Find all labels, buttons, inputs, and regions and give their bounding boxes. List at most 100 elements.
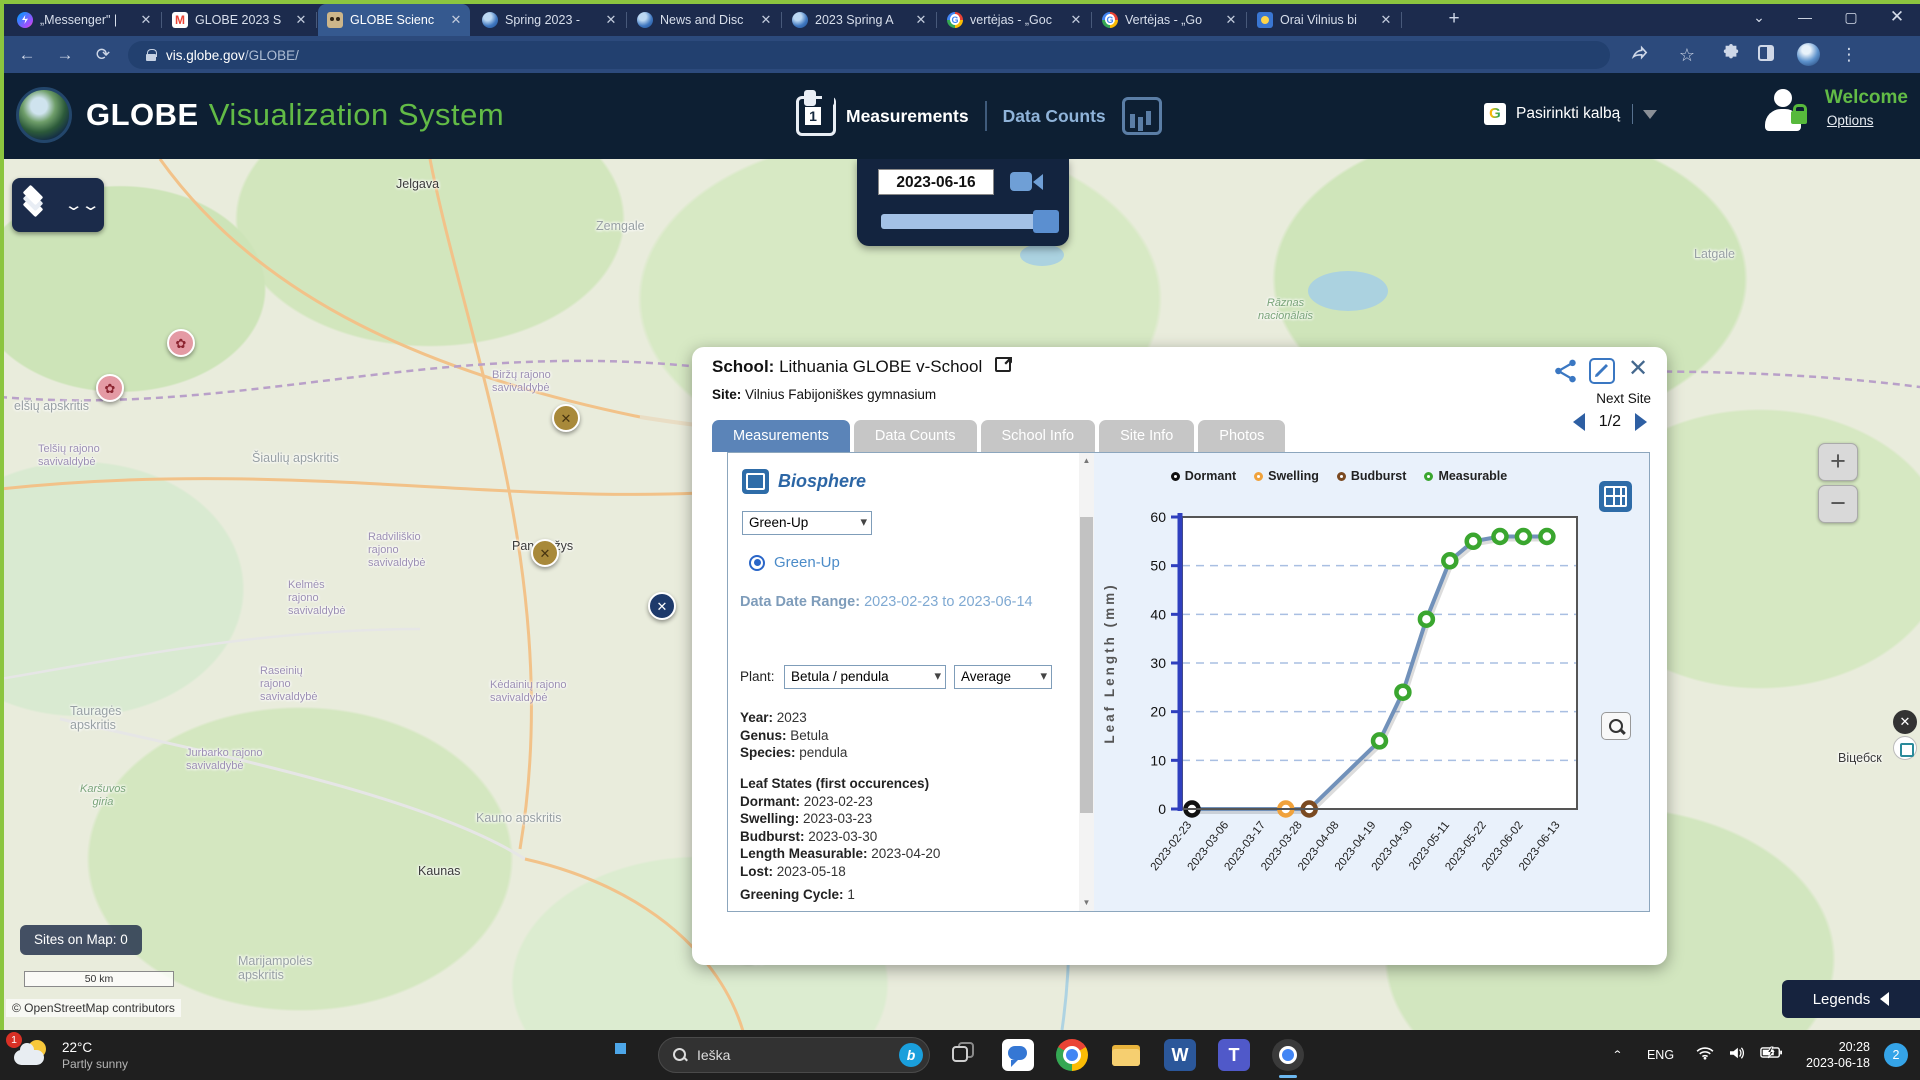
browser-tab[interactable]: Vertėjas - „Go ✕ <box>1093 4 1245 36</box>
chart-magnifier-button[interactable] <box>1601 712 1631 740</box>
chat-icon[interactable] <box>1002 1039 1034 1071</box>
scrollbar-thumb[interactable] <box>1080 517 1093 813</box>
minimize-button[interactable]: — <box>1782 0 1828 36</box>
animation-camera-icon[interactable] <box>1010 171 1046 193</box>
share-site-icon[interactable] <box>1553 358 1579 384</box>
external-link-icon[interactable] <box>995 357 1012 372</box>
panel-tab-photos[interactable]: Photos <box>1198 420 1285 452</box>
browser-tab[interactable]: GLOBE Scienc ✕ <box>318 4 470 36</box>
chrome-active-icon[interactable] <box>1272 1039 1304 1071</box>
chart-data-table-icon[interactable] <box>1599 481 1632 512</box>
close-panel-icon[interactable]: ✕ <box>1625 354 1651 383</box>
layers-icon[interactable] <box>24 192 54 218</box>
browser-tab[interactable]: 2023 Spring A ✕ <box>783 4 935 36</box>
tab-close-icon[interactable]: ✕ <box>1223 12 1239 28</box>
new-tab-button[interactable]: + <box>1442 7 1466 31</box>
browser-tab[interactable]: „Messenger" | ✕ <box>8 4 160 36</box>
globe-logo[interactable] <box>16 87 72 143</box>
profile-avatar[interactable] <box>1797 43 1820 66</box>
map-marker-pink[interactable]: ✿ <box>167 329 195 357</box>
browser-menu-icon[interactable]: ⋮ <box>1838 44 1860 66</box>
notification-badge[interactable]: 2 <box>1884 1043 1908 1067</box>
widget-close-button[interactable]: ✕ <box>1893 710 1917 734</box>
language-select-label[interactable]: Pasirinkti kalbą <box>1516 105 1620 123</box>
tab-close-icon[interactable]: ✕ <box>293 12 309 28</box>
sidebar-scrollbar[interactable]: ▲ ▼ <box>1079 453 1094 911</box>
lock-icon[interactable] <box>146 49 156 61</box>
edit-pencil-icon[interactable] <box>1589 358 1615 384</box>
address-bar[interactable]: vis.globe.gov/GLOBE/ <box>128 41 1610 69</box>
extensions-puzzle-icon[interactable] <box>1720 44 1742 66</box>
map-marker-pink[interactable]: ✿ <box>96 374 124 402</box>
browser-tab[interactable]: News and Disc ✕ <box>628 4 780 36</box>
scroll-down-icon[interactable]: ▼ <box>1079 895 1094 911</box>
bookmark-star-icon[interactable]: ☆ <box>1676 44 1698 66</box>
start-button[interactable] <box>615 1043 639 1067</box>
map-marker-navy[interactable]: ✕ <box>648 592 676 620</box>
date-input[interactable]: 2023-06-16 <box>878 169 994 195</box>
protocol-select[interactable]: Green-Up <box>742 511 872 535</box>
measurements-calendar-icon[interactable] <box>796 96 836 136</box>
map-marker-olive[interactable]: ✕ <box>531 539 559 567</box>
reload-button[interactable]: ⟳ <box>90 42 116 68</box>
next-site-arrow[interactable] <box>1635 413 1647 431</box>
maximize-button[interactable]: ▢ <box>1828 0 1874 36</box>
wifi-icon[interactable] <box>1696 1046 1714 1065</box>
taskbar-weather-widget[interactable]: 1 22°C Partly sunny <box>10 1034 128 1076</box>
date-slider-handle[interactable] <box>1033 210 1059 233</box>
tab-close-icon[interactable]: ✕ <box>1378 12 1394 28</box>
panel-tab-school-info[interactable]: School Info <box>981 420 1096 452</box>
taskbar-clock[interactable]: 20:28 2023-06-18 <box>1806 1039 1870 1071</box>
options-link[interactable]: Options <box>1827 113 1908 128</box>
panel-tab-site-info[interactable]: Site Info <box>1099 420 1194 452</box>
aggregation-select[interactable]: Average <box>954 665 1052 689</box>
tab-close-icon[interactable]: ✕ <box>758 12 774 28</box>
chrome-icon[interactable] <box>1056 1039 1088 1071</box>
widget-reader-button[interactable] <box>1893 736 1917 760</box>
word-icon[interactable]: W <box>1164 1039 1196 1071</box>
biosphere-table-icon[interactable] <box>742 469 769 494</box>
tab-search-icon[interactable]: ⌄ <box>1736 0 1782 36</box>
data-counts-chart-icon[interactable] <box>1122 97 1162 135</box>
battery-icon[interactable] <box>1760 1046 1782 1064</box>
map-attribution[interactable]: © OpenStreetMap contributors <box>6 999 181 1017</box>
tray-expand-icon[interactable]: ⌃ <box>1612 1049 1623 1062</box>
plant-select[interactable]: Betula / pendula <box>784 665 946 689</box>
collapse-chevron-icon[interactable]: ⌄⌄ <box>64 196 98 214</box>
legends-toggle[interactable]: Legends <box>1782 980 1920 1018</box>
volume-icon[interactable] <box>1728 1046 1746 1065</box>
map-zoom-in-button[interactable]: + <box>1818 443 1858 481</box>
back-button[interactable]: ← <box>14 42 40 68</box>
browser-tab[interactable]: Spring 2023 - ✕ <box>473 4 625 36</box>
browser-tab[interactable]: vertėjas - „Goc ✕ <box>938 4 1090 36</box>
taskbar-search[interactable]: Ieška b <box>658 1037 930 1073</box>
prev-site-arrow[interactable] <box>1573 413 1585 431</box>
date-slider[interactable] <box>881 214 1047 229</box>
forward-button[interactable]: → <box>52 42 78 68</box>
task-view-icon[interactable] <box>948 1039 980 1071</box>
panel-tab-measurements[interactable]: Measurements <box>712 420 850 452</box>
file-explorer-icon[interactable] <box>1110 1039 1142 1071</box>
browser-tab[interactable]: GLOBE 2023 S ✕ <box>163 4 315 36</box>
keyboard-language[interactable]: ENG <box>1647 1048 1674 1062</box>
teams-icon[interactable]: T <box>1218 1039 1250 1071</box>
map-zoom-out-button[interactable]: − <box>1818 485 1858 523</box>
tab-close-icon[interactable]: ✕ <box>913 12 929 28</box>
google-favicon <box>1102 12 1118 28</box>
browser-tab[interactable]: Orai Vilnius bi ✕ <box>1248 4 1400 36</box>
nav-data-counts[interactable]: Data Counts <box>1003 106 1106 127</box>
share-icon[interactable] <box>1628 44 1650 66</box>
close-window-button[interactable]: ✕ <box>1874 0 1920 36</box>
tab-close-icon[interactable]: ✕ <box>448 12 464 28</box>
map-marker-olive[interactable]: ✕ <box>552 404 580 432</box>
tab-close-icon[interactable]: ✕ <box>1068 12 1084 28</box>
scroll-up-icon[interactable]: ▲ <box>1079 453 1094 469</box>
tab-close-icon[interactable]: ✕ <box>603 12 619 28</box>
side-panel-icon[interactable] <box>1758 45 1774 61</box>
nav-measurements[interactable]: Measurements <box>846 106 969 127</box>
tab-close-icon[interactable]: ✕ <box>138 12 154 28</box>
language-caret-icon[interactable] <box>1643 110 1657 119</box>
map-layers-control[interactable]: ⌄⌄ <box>12 178 104 232</box>
panel-tab-data-counts[interactable]: Data Counts <box>854 420 977 452</box>
greenup-radio[interactable] <box>749 555 765 571</box>
